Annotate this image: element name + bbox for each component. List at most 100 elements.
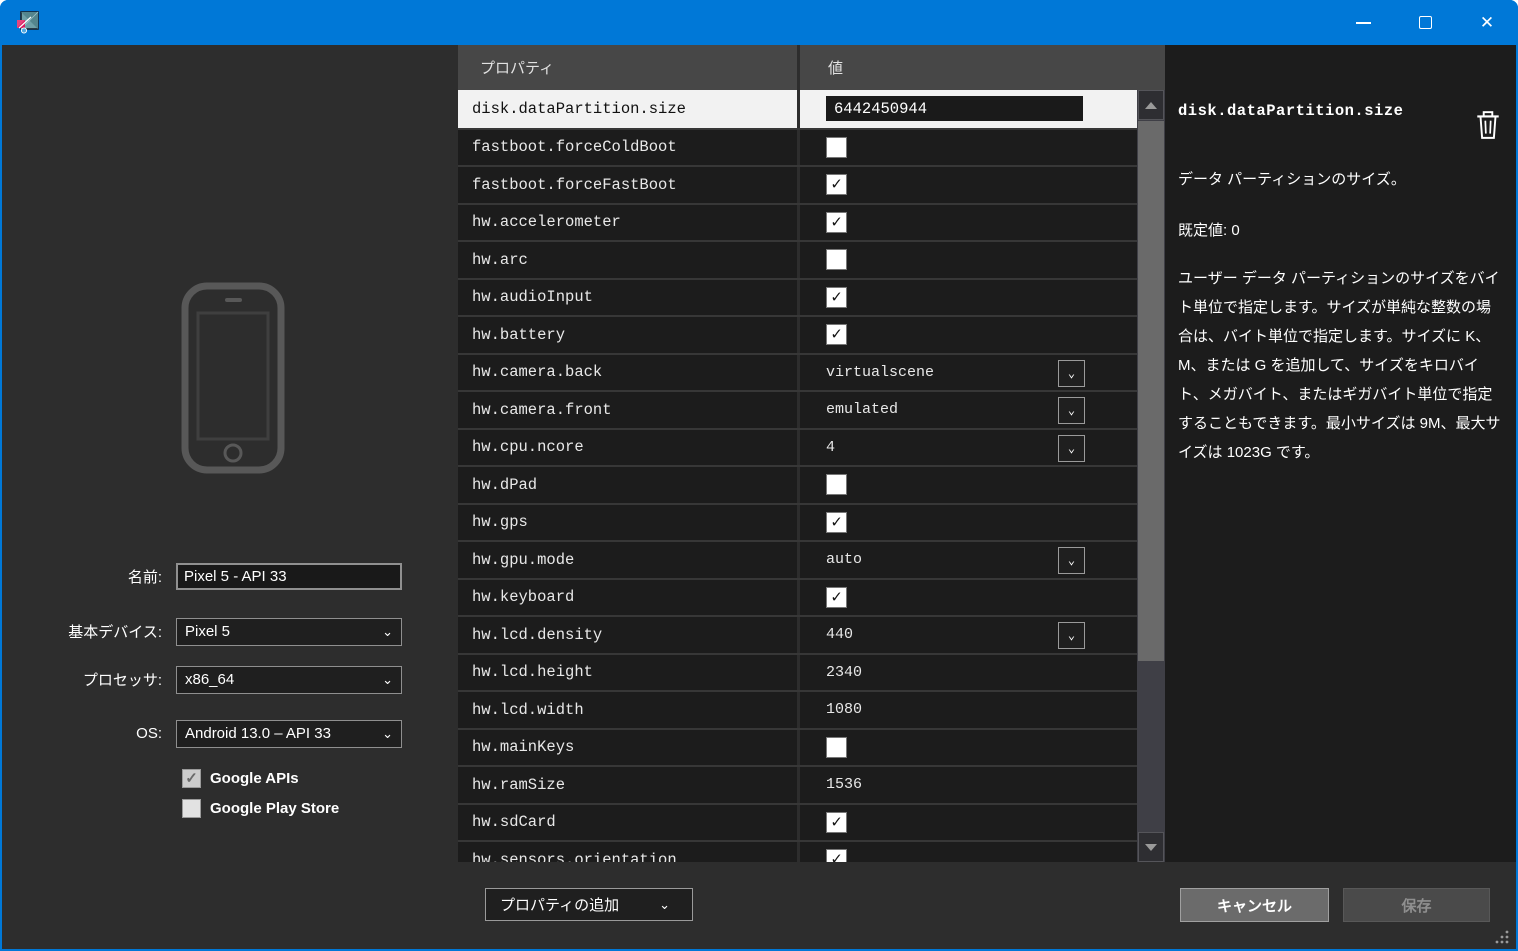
table-row[interactable]: hw.battery ✓ <box>458 315 1137 353</box>
google-apis-option[interactable]: ✓ Google APIs <box>182 767 299 789</box>
table-row[interactable]: hw.sensors.orientation ✓ <box>458 840 1137 862</box>
resize-grip-icon[interactable] <box>1494 929 1510 945</box>
base-device-value: Pixel 5 <box>185 623 230 640</box>
scrollbar-thumb[interactable] <box>1138 121 1164 661</box>
property-name: hw.lcd.density <box>458 617 800 653</box>
property-name: hw.gps <box>458 505 800 541</box>
table-row[interactable]: hw.keyboard✓ <box>458 578 1137 616</box>
table-row[interactable]: hw.camera.frontemulated⌄ <box>458 390 1137 428</box>
table-row[interactable]: fastboot.forceFastBoot✓ <box>458 165 1137 203</box>
device-name-input[interactable] <box>176 563 402 590</box>
value-dropdown-button[interactable]: ⌄ <box>1058 397 1085 424</box>
delete-property-button trash-icon[interactable] <box>1475 110 1501 140</box>
close-button[interactable]: ✕ <box>1456 0 1518 45</box>
table-row[interactable]: hw.camera.backvirtualscene⌄ <box>458 353 1137 391</box>
table-row[interactable]: hw.arc <box>458 240 1137 278</box>
value-checkbox[interactable] <box>826 474 847 495</box>
table-row[interactable]: fastboot.forceColdBoot <box>458 128 1137 166</box>
google-play-store-option[interactable]: Google Play Store <box>182 797 339 819</box>
details-panel: disk.dataPartition.size データ パーティションのサイズ。… <box>1165 45 1516 862</box>
base-device-select[interactable]: Pixel 5 ⌄ <box>176 618 402 646</box>
property-value-cell: ✓ <box>800 842 1137 862</box>
google-apis-checkbox[interactable]: ✓ <box>182 769 201 788</box>
property-name: disk.dataPartition.size <box>458 90 800 128</box>
google-play-store-checkbox[interactable] <box>182 799 201 818</box>
table-scrollbar[interactable] <box>1137 90 1165 862</box>
arrow-up-icon <box>1145 102 1157 109</box>
property-name: hw.accelerometer <box>458 205 800 241</box>
value-dropdown-button[interactable]: ⌄ <box>1058 360 1085 387</box>
table-row[interactable]: hw.lcd.density 440 ⌄ <box>458 615 1137 653</box>
table-row[interactable]: hw.lcd.height2340 <box>458 653 1137 691</box>
property-name: hw.sdCard <box>458 805 800 841</box>
base-device-label: 基本デバイス: <box>2 621 162 642</box>
value-dropdown-button[interactable]: ⌄ <box>1058 622 1085 649</box>
value-checkbox[interactable]: ✓ <box>826 287 847 308</box>
app-icon <box>16 11 40 35</box>
value-dropdown-button[interactable]: ⌄ <box>1058 435 1085 462</box>
scroll-up-button[interactable] <box>1138 90 1164 120</box>
processor-label: プロセッサ: <box>2 669 162 690</box>
google-play-store-label: Google Play Store <box>210 800 339 817</box>
property-value-cell: virtualscene⌄ <box>800 355 1137 391</box>
value-text: 1080 <box>826 701 862 718</box>
value-checkbox[interactable]: ✓ <box>826 174 847 195</box>
property-name: hw.battery <box>458 317 800 353</box>
table-row[interactable]: hw.lcd.width1080 <box>458 690 1137 728</box>
os-select[interactable]: Android 13.0 – API 33 ⌄ <box>176 720 402 748</box>
property-value-cell: ✓ <box>800 805 1137 841</box>
add-property-label: プロパティの追加 <box>500 894 619 915</box>
chevron-down-icon: ⌄ <box>382 624 393 640</box>
processor-select[interactable]: x86_64 ⌄ <box>176 666 402 694</box>
property-value-cell: ✓ <box>800 167 1137 203</box>
add-property-dropdown[interactable]: プロパティの追加 ⌄ <box>485 888 693 921</box>
value-checkbox[interactable] <box>826 137 847 158</box>
scroll-down-button[interactable] <box>1138 832 1164 862</box>
chevron-down-icon: ⌄ <box>382 726 393 742</box>
value-checkbox[interactable]: ✓ <box>826 324 847 345</box>
table-row[interactable]: hw.sdCard ✓ <box>458 803 1137 841</box>
property-value-cell: ✓ <box>800 505 1137 541</box>
minimize-button[interactable] <box>1332 0 1394 45</box>
property-name: hw.lcd.height <box>458 655 800 691</box>
chevron-down-icon: ⌄ <box>382 672 393 688</box>
value-dropdown-button[interactable]: ⌄ <box>1058 547 1085 574</box>
value-checkbox[interactable] <box>826 737 847 758</box>
save-button[interactable]: 保存 <box>1343 888 1490 922</box>
value-checkbox[interactable]: ✓ <box>826 587 847 608</box>
table-row[interactable]: hw.gps ✓ <box>458 503 1137 541</box>
table-row[interactable]: disk.dataPartition.size <box>458 90 1137 128</box>
os-value: Android 13.0 – API 33 <box>185 725 331 742</box>
table-rows: disk.dataPartition.sizefastboot.forceCol… <box>458 90 1137 862</box>
value-checkbox[interactable]: ✓ <box>826 212 847 233</box>
value-checkbox[interactable]: ✓ <box>826 812 847 833</box>
property-value-cell: 4⌄ <box>800 430 1137 466</box>
table-row[interactable]: hw.gpu.modeauto⌄ <box>458 540 1137 578</box>
property-value-cell: auto⌄ <box>800 542 1137 578</box>
titlebar[interactable]: ✕ <box>0 0 1518 45</box>
table-row[interactable]: hw.mainKeys <box>458 728 1137 766</box>
property-value-cell: ✓ <box>800 580 1137 616</box>
property-name: hw.cpu.ncore <box>458 430 800 466</box>
value-checkbox[interactable]: ✓ <box>826 512 847 533</box>
property-name: hw.sensors.orientation <box>458 842 800 862</box>
property-name: hw.mainKeys <box>458 730 800 766</box>
name-row: 名前: <box>2 563 458 590</box>
table-row[interactable]: hw.dPad <box>458 465 1137 503</box>
details-property-name: disk.dataPartition.size <box>1178 102 1503 120</box>
value-checkbox[interactable] <box>826 249 847 270</box>
chevron-down-icon: ⌄ <box>659 897 670 913</box>
table-row[interactable]: hw.accelerometer ✓ <box>458 203 1137 241</box>
value-checkbox[interactable]: ✓ <box>826 849 847 862</box>
table-row[interactable]: hw.audioInput✓ <box>458 278 1137 316</box>
value-input[interactable] <box>826 96 1083 121</box>
property-value-cell <box>800 467 1137 503</box>
value-text: 440 <box>826 626 853 643</box>
property-value-cell: 1080 <box>800 692 1137 728</box>
cancel-button[interactable]: キャンセル <box>1180 888 1329 922</box>
table-row[interactable]: hw.cpu.ncore4⌄ <box>458 428 1137 466</box>
property-value-cell <box>800 130 1137 166</box>
maximize-button[interactable] <box>1394 0 1456 45</box>
table-row[interactable]: hw.ramSize1536 <box>458 765 1137 803</box>
property-value-cell <box>800 90 1137 128</box>
